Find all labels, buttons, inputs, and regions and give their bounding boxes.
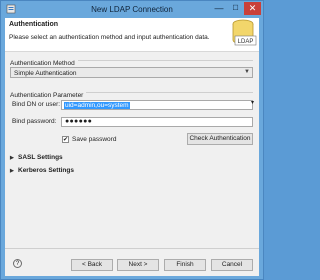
password-value: ●●●●●● <box>65 118 93 125</box>
maximize-button[interactable]: ☐ <box>228 2 243 15</box>
wizard-header: Authentication Please select an authenti… <box>5 18 259 52</box>
title-bar[interactable]: New LDAP Connection — ☐ ✕ <box>1 1 263 18</box>
bind-dn-input[interactable]: uid=admin,ou=system <box>61 100 253 110</box>
bind-password-input[interactable]: ●●●●●● <box>61 117 253 127</box>
bind-password-label: Bind password: <box>12 118 57 125</box>
bind-dn-value: uid=admin,ou=system <box>64 102 130 109</box>
kerberos-settings-label: Kerberos Settings <box>18 167 74 174</box>
chevron-down-icon[interactable]: ▾ <box>251 99 254 106</box>
save-password-checkbox[interactable]: ✔ <box>62 136 69 143</box>
save-password-label: Save password <box>72 136 117 143</box>
auth-method-value: Simple Authentication <box>14 70 77 77</box>
param-group-label: Authentication Parameter <box>10 92 87 99</box>
back-button[interactable]: < Back <box>71 259 113 271</box>
close-button[interactable]: ✕ <box>244 2 261 15</box>
param-group: Authentication Parameter <box>10 92 253 99</box>
chevron-down-icon: ▼ <box>244 69 250 75</box>
logo-text: LDAP <box>238 39 254 45</box>
sasl-settings-expander[interactable]: ▶ SASL Settings <box>10 154 63 161</box>
minimize-button[interactable]: — <box>211 2 227 15</box>
bind-dn-label: Bind DN or user: <box>12 101 61 108</box>
check-authentication-button[interactable]: Check Authentication <box>187 133 253 145</box>
sasl-settings-label: SASL Settings <box>18 154 63 161</box>
help-icon[interactable]: ? <box>13 259 22 268</box>
kerberos-settings-expander[interactable]: ▶ Kerberos Settings <box>10 167 74 174</box>
auth-method-select[interactable]: Simple Authentication ▼ <box>10 67 253 78</box>
ldap-database-icon: LDAP <box>232 19 257 46</box>
chevron-right-icon: ▶ <box>10 155 14 161</box>
footer-separator <box>5 248 259 249</box>
cancel-button[interactable]: Cancel <box>211 259 253 271</box>
method-group: Authentication Method <box>10 60 253 67</box>
page-title: Authentication <box>9 21 58 28</box>
dialog-window: New LDAP Connection — ☐ ✕ Authentication… <box>0 0 264 280</box>
finish-button[interactable]: Finish <box>164 259 206 271</box>
chevron-right-icon: ▶ <box>10 168 14 174</box>
next-button[interactable]: Next > <box>117 259 159 271</box>
method-group-label: Authentication Method <box>10 60 78 67</box>
page-description: Please select an authentication method a… <box>9 34 210 41</box>
dialog-body: Authentication Please select an authenti… <box>5 18 259 276</box>
